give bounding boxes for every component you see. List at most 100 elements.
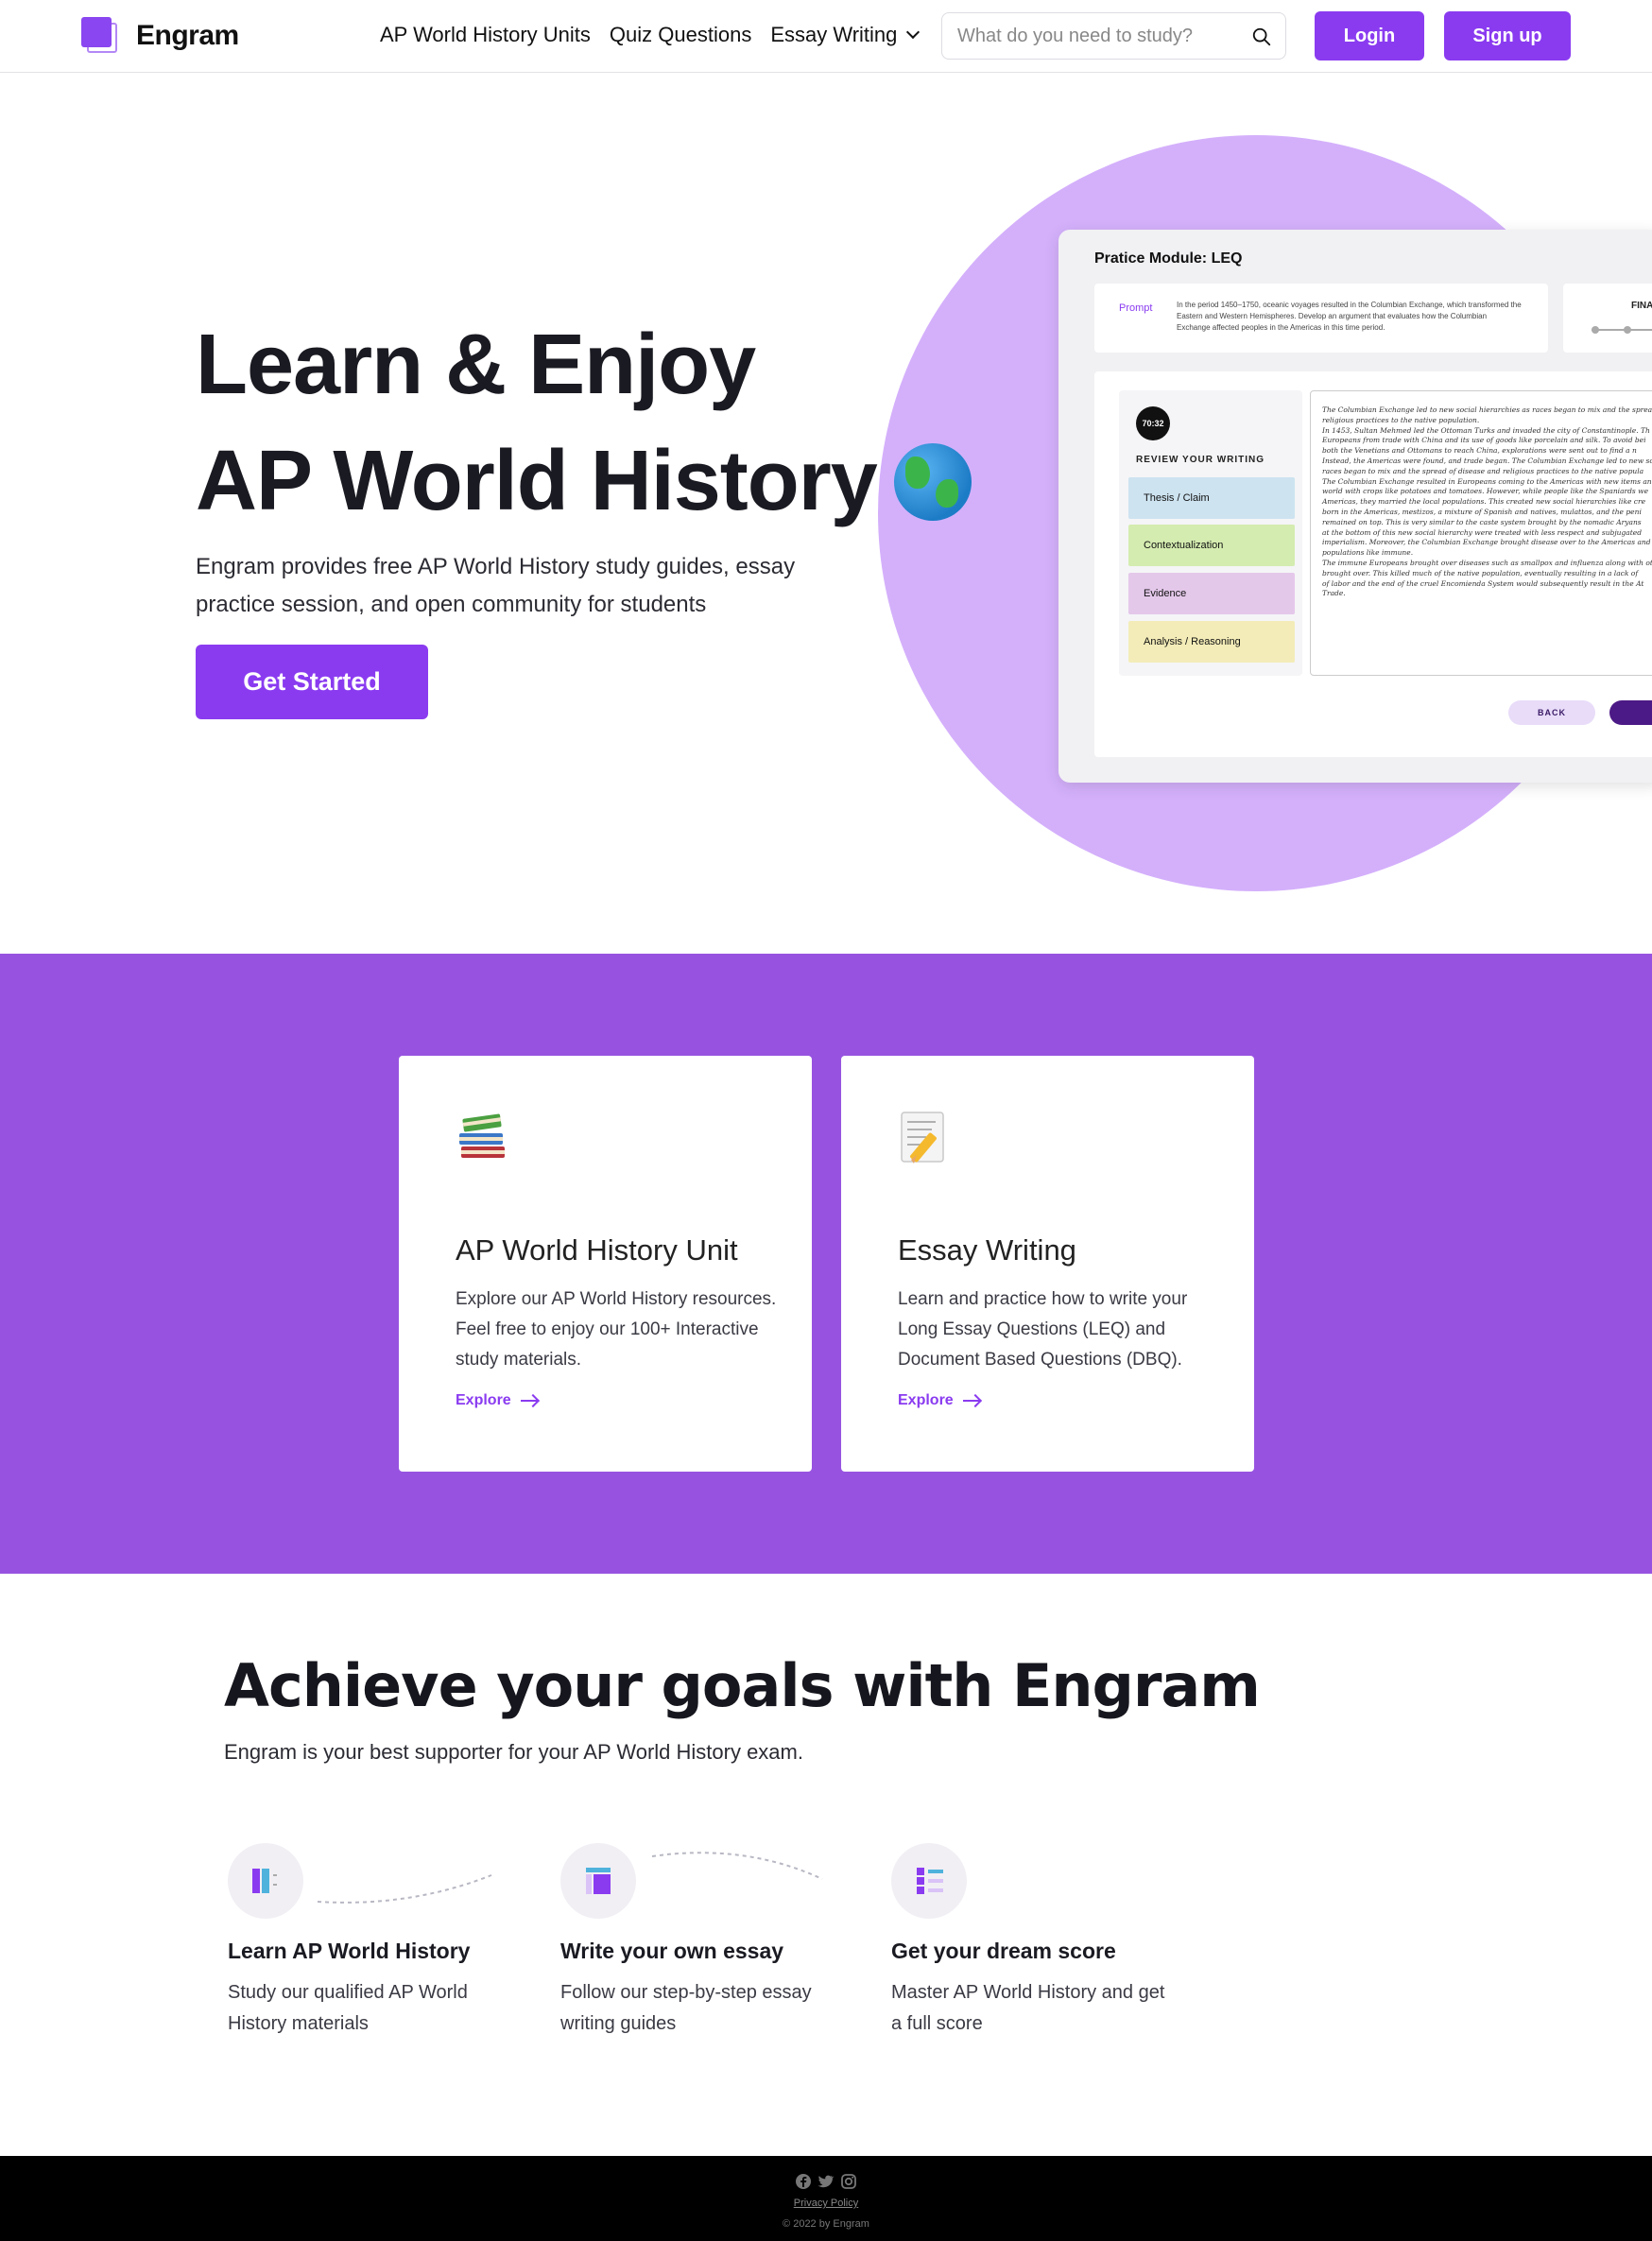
- preview-back-button: BACK: [1508, 700, 1595, 725]
- preview-essay-text: The Columbian Exchange led to new social…: [1310, 390, 1652, 676]
- memo-pencil-icon: [901, 1112, 944, 1164]
- logo-text: Engram: [136, 20, 239, 51]
- preview-prompt-card: Prompt In the period 1450–1750, oceanic …: [1094, 284, 1548, 353]
- essay-line: The Columbian Exchange resulted in Europ…: [1322, 476, 1652, 486]
- step-title: Write your own essay: [560, 1939, 784, 1963]
- essay-line: populations like immune.: [1322, 548, 1414, 558]
- essay-line: born in the Americas, mestizos, a mixtur…: [1322, 507, 1642, 516]
- preview-progress-dot: [1592, 326, 1599, 334]
- review-item-thesis: Thesis / Claim: [1128, 477, 1295, 519]
- facebook-icon[interactable]: [795, 2173, 812, 2190]
- essay-line: races began to mix and the spread of dis…: [1322, 466, 1644, 475]
- chevron-down-icon: [906, 25, 921, 40]
- step-icon-circle: [891, 1843, 967, 1919]
- preview-prompt-text: In the period 1450–1750, oceanic voyages…: [1177, 301, 1522, 332]
- preview-body: 70:32 REVIEW YOUR WRITING Thesis / Claim…: [1094, 371, 1652, 757]
- social-links: [795, 2173, 857, 2190]
- instagram-icon[interactable]: [840, 2173, 857, 2190]
- logo-icon: [81, 17, 119, 55]
- feature-card-description: Learn and practice how to write your Lon…: [898, 1289, 1188, 1370]
- goal-step-learn: Learn AP World History Study our qualifi…: [228, 1843, 530, 2034]
- arrow-right-icon: [520, 1400, 538, 1402]
- get-started-button[interactable]: Get Started: [196, 645, 428, 719]
- essay-line: The immune Europeans brought over diseas…: [1322, 558, 1652, 567]
- features-section: AP World History Unit Explore our AP Wor…: [0, 954, 1652, 1574]
- essay-line: In 1453, Sultan Mehmed led the Ottoman T…: [1322, 425, 1650, 435]
- step-description: Follow our step-by-step essay writing gu…: [560, 1982, 812, 2034]
- feature-card-description: Explore our AP World History resources. …: [456, 1289, 777, 1370]
- review-item-evidence: Evidence: [1128, 573, 1295, 614]
- hero-subtitle: Engram provides free AP World History st…: [196, 554, 796, 617]
- logo[interactable]: Engram: [81, 17, 239, 55]
- step-title: Get your dream score: [891, 1939, 1116, 1963]
- goals-subtitle: Engram is your best supporter for your A…: [224, 1740, 803, 1764]
- essay-line: The Columbian Exchange led to new social…: [1322, 405, 1652, 414]
- signup-button[interactable]: Sign up: [1444, 11, 1571, 60]
- review-item-analysis: Analysis / Reasoning: [1128, 621, 1295, 663]
- essay-line: Instead, the Americas were found, and tr…: [1322, 456, 1652, 465]
- review-item-contextualization: Contextualization: [1128, 525, 1295, 566]
- books-icon: [459, 1113, 505, 1158]
- preview-prompt-label: Prompt: [1119, 302, 1153, 314]
- preview-progress-dot: [1624, 326, 1631, 334]
- step-description: Master AP World History and get a full s…: [891, 1982, 1165, 2034]
- search-box: [941, 12, 1286, 60]
- essay-line: at the bottom of this new social hierarc…: [1322, 527, 1643, 537]
- preview-progress-line: [1592, 329, 1652, 331]
- explore-label: Explore: [898, 1392, 954, 1408]
- step-title: Learn AP World History: [228, 1939, 471, 1963]
- preview-title: Pratice Module: LEQ: [1094, 250, 1243, 267]
- goal-step-score: Get your dream score Master AP World His…: [891, 1843, 1194, 2034]
- feature-card-essay[interactable]: Essay Writing Learn and practice how to …: [841, 1056, 1254, 1472]
- feature-card-units[interactable]: AP World History Unit Explore our AP Wor…: [399, 1056, 812, 1472]
- search-icon[interactable]: [1251, 26, 1272, 47]
- review-panel: 70:32 REVIEW YOUR WRITING Thesis / Claim…: [1119, 390, 1302, 676]
- essay-line: Americas, they married the local populat…: [1322, 497, 1646, 507]
- practice-module-preview: Pratice Module: LEQ Prompt In the period…: [1058, 230, 1652, 783]
- feature-card-title: Essay Writing: [898, 1233, 1076, 1267]
- explore-units-link[interactable]: Explore: [456, 1392, 538, 1409]
- book-columns-icon: [252, 1869, 277, 1893]
- essay-line: religious practices to the native popula…: [1322, 415, 1480, 424]
- step-icon-circle: [560, 1843, 636, 1919]
- essay-line: imperialism. Moreover, the Columbian Exc…: [1322, 538, 1651, 547]
- feature-card-title: AP World History Unit: [456, 1233, 738, 1267]
- layout-icon: [586, 1868, 611, 1894]
- explore-label: Explore: [456, 1392, 511, 1408]
- globe-icon: [893, 442, 972, 521]
- list-icon: [917, 1868, 943, 1894]
- nav-link-units[interactable]: AP World History Units: [380, 23, 591, 47]
- review-label: REVIEW YOUR WRITING: [1136, 455, 1265, 465]
- hero-title-line2-text: AP World History: [196, 434, 878, 528]
- search-input[interactable]: [957, 25, 1241, 47]
- goal-step-write: Write your own essay Follow our step-by-…: [560, 1843, 863, 2034]
- hero-title-line1: Learn & Enjoy: [196, 318, 756, 412]
- essay-line: both the Venetians and Ottomans to reach…: [1322, 446, 1637, 456]
- essay-line: of labor and the end of the cruel Encomi…: [1322, 578, 1644, 588]
- essay-line: world with crops like potatoes and tomat…: [1322, 487, 1649, 496]
- essay-line: brought over. This killed much of the na…: [1322, 568, 1639, 577]
- privacy-policy-link[interactable]: Privacy Policy: [0, 2198, 1652, 2209]
- copyright-text: © 2022 by Engram: [783, 2218, 869, 2230]
- essay-line: Trade.: [1322, 589, 1346, 598]
- hero-title-line2: AP World History: [196, 433, 972, 530]
- login-button[interactable]: Login: [1315, 11, 1424, 60]
- top-nav: Engram AP World History Units Quiz Quest…: [0, 0, 1652, 73]
- arrow-right-icon: [962, 1400, 980, 1402]
- goals-title: Achieve your goals with Engram: [224, 1651, 1261, 1720]
- twitter-icon[interactable]: [817, 2173, 835, 2190]
- preview-timer: 70:32: [1136, 406, 1170, 440]
- nav-link-essay-label: Essay Writing: [770, 23, 898, 46]
- essay-line: Europeans from trade with China and its …: [1322, 436, 1646, 445]
- nav-links: AP World History Units Quiz Questions Es…: [380, 23, 921, 47]
- explore-essay-link[interactable]: Explore: [898, 1392, 980, 1409]
- preview-final-card: FINA: [1563, 284, 1652, 353]
- nav-link-essay-writing[interactable]: Essay Writing: [770, 23, 921, 47]
- step-icon-circle: [228, 1843, 303, 1919]
- footer: Privacy Policy © 2022 by Engram: [0, 2156, 1652, 2241]
- step-description: Study our qualified AP World History mat…: [228, 1982, 468, 2034]
- preview-next-button: [1609, 700, 1652, 725]
- preview-final-label: FINA: [1631, 301, 1652, 311]
- essay-line: remained on top. This is very similar to…: [1322, 517, 1642, 526]
- nav-link-quiz[interactable]: Quiz Questions: [610, 23, 751, 47]
